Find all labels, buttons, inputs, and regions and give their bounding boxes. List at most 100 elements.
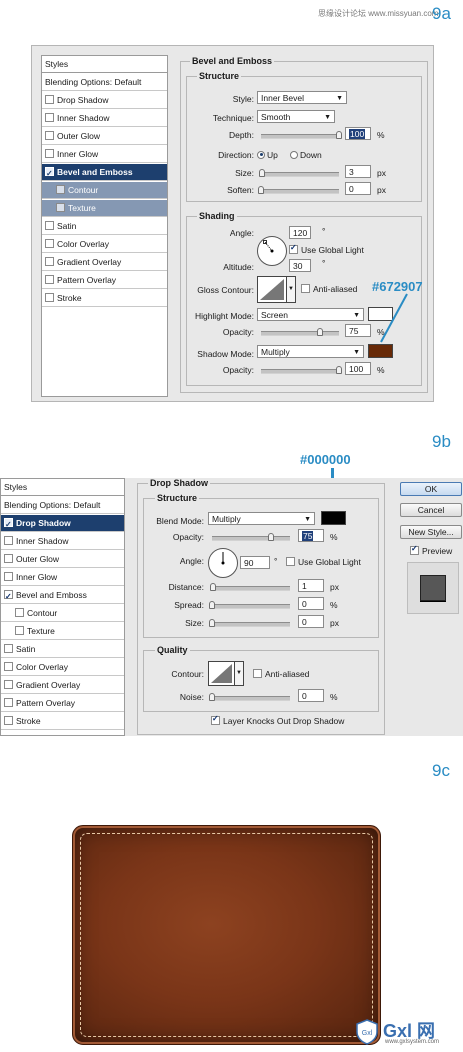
checkbox[interactable] (4, 536, 13, 546)
angle-field[interactable]: 120 (289, 226, 311, 239)
slider-thumb[interactable] (336, 131, 342, 139)
technique-select[interactable]: Smooth ▼ (257, 110, 335, 123)
noise-slider[interactable] (209, 693, 290, 701)
sidebar-item-inner-glow[interactable]: Inner Glow (1, 569, 124, 586)
gloss-anti-aliased-checkbox[interactable]: Anti-aliased (301, 284, 357, 294)
slider-thumb[interactable] (316, 328, 323, 336)
checkbox[interactable] (4, 644, 13, 654)
checkbox[interactable] (4, 588, 13, 605)
styles-header[interactable]: Styles (1, 479, 124, 496)
slider-thumb[interactable] (209, 619, 215, 627)
blend-mode-select[interactable]: Multiply ▼ (208, 512, 315, 525)
cancel-button[interactable]: Cancel (400, 503, 462, 517)
sidebar-item-stroke[interactable]: Stroke (42, 290, 167, 307)
altitude-field[interactable]: 30 (289, 259, 311, 272)
sidebar-item-color-overlay[interactable]: Color Overlay (42, 236, 167, 253)
depth-field[interactable]: 100 (345, 127, 371, 140)
slider-thumb[interactable] (336, 366, 342, 374)
depth-slider[interactable] (261, 131, 342, 139)
soften-slider[interactable] (258, 186, 339, 194)
sidebar-item-satin[interactable]: Satin (1, 641, 124, 658)
checkbox[interactable] (45, 257, 54, 267)
use-global-light-checkbox[interactable]: Use Global Light (289, 243, 364, 255)
sidebar-item-stroke[interactable]: Stroke (1, 713, 124, 730)
sidebar-item-inner-shadow[interactable]: Inner Shadow (1, 533, 124, 550)
slider-thumb[interactable] (210, 583, 216, 591)
sidebar-item-satin[interactable]: Satin (42, 218, 167, 235)
opacity-field[interactable]: 75 (298, 529, 324, 542)
ok-button[interactable]: OK (400, 482, 462, 496)
sidebar-item-drop-shadow[interactable]: Drop Shadow (1, 515, 124, 533)
spread-field[interactable]: 0 (298, 597, 324, 610)
checkbox[interactable] (45, 149, 54, 159)
styles-header[interactable]: Styles (42, 56, 167, 73)
drop-color-swatch[interactable] (321, 511, 346, 525)
checkbox[interactable] (4, 554, 13, 564)
checkbox[interactable] (45, 293, 54, 303)
checkbox[interactable] (4, 680, 13, 690)
sidebar-item-inner-glow[interactable]: Inner Glow (42, 146, 167, 163)
noise-field[interactable]: 0 (298, 689, 324, 702)
slider-thumb[interactable] (259, 169, 265, 177)
angle-field[interactable]: 90 (240, 556, 270, 569)
highlight-opacity-field[interactable]: 75 (345, 324, 371, 337)
spread-slider[interactable] (209, 601, 290, 609)
highlight-mode-select[interactable]: Screen ▼ (257, 308, 364, 321)
distance-slider[interactable] (210, 583, 290, 591)
checkbox[interactable] (56, 185, 65, 195)
angle-dial[interactable] (257, 236, 287, 266)
shadow-mode-select[interactable]: Multiply ▼ (257, 345, 364, 358)
sidebar-item-texture[interactable]: Texture (42, 200, 167, 217)
soften-field[interactable]: 0 (345, 182, 371, 195)
sidebar-item-texture[interactable]: Texture (1, 623, 124, 640)
gloss-contour-picker[interactable] (257, 276, 287, 303)
sidebar-item-outer-glow[interactable]: Outer Glow (1, 551, 124, 568)
sidebar-item-gradient-overlay[interactable]: Gradient Overlay (42, 254, 167, 271)
size-field[interactable]: 0 (298, 615, 324, 628)
checkbox[interactable] (4, 516, 13, 533)
shadow-opacity-slider[interactable] (261, 366, 342, 374)
distance-field[interactable]: 1 (298, 579, 324, 592)
sidebar-item-pattern-overlay[interactable]: Pattern Overlay (42, 272, 167, 289)
sidebar-item-blending[interactable]: Blending Options: Default (1, 497, 124, 514)
preview-checkbox[interactable]: Preview (410, 544, 452, 556)
checkbox[interactable] (45, 239, 54, 249)
sidebar-item-outer-glow[interactable]: Outer Glow (42, 128, 167, 145)
checkbox[interactable] (15, 626, 24, 636)
checkbox[interactable] (45, 95, 54, 105)
checkbox[interactable] (4, 662, 13, 672)
opacity-slider[interactable] (212, 533, 290, 541)
sidebar-item-blending[interactable]: Blending Options: Default (42, 74, 167, 91)
sidebar-item-contour[interactable]: Contour (42, 182, 167, 199)
checkbox[interactable] (45, 221, 54, 231)
checkbox[interactable] (15, 608, 24, 618)
checkbox[interactable] (45, 165, 54, 182)
contour-picker[interactable] (208, 661, 235, 686)
sidebar-item-color-overlay[interactable]: Color Overlay (1, 659, 124, 676)
anti-aliased-checkbox[interactable]: Anti-aliased (253, 669, 309, 679)
sidebar-item-pattern-overlay[interactable]: Pattern Overlay (1, 695, 124, 712)
sidebar-item-bevel-emboss[interactable]: Bevel and Emboss (1, 587, 124, 605)
sidebar-item-drop-shadow[interactable]: Drop Shadow (42, 92, 167, 109)
sidebar-item-contour[interactable]: Contour (1, 605, 124, 622)
contour-dropdown[interactable]: ▼ (234, 661, 244, 686)
sidebar-item-gradient-overlay[interactable]: Gradient Overlay (1, 677, 124, 694)
checkbox[interactable] (45, 113, 54, 123)
slider-thumb[interactable] (209, 601, 215, 609)
angle-dial[interactable] (208, 548, 238, 578)
checkbox[interactable] (4, 716, 13, 726)
direction-down-radio[interactable]: Down (290, 150, 322, 160)
checkbox[interactable] (45, 275, 54, 285)
slider-thumb[interactable] (258, 186, 264, 194)
new-style-button[interactable]: New Style... (400, 525, 462, 539)
sidebar-item-bevel-emboss[interactable]: Bevel and Emboss (42, 164, 167, 182)
sidebar-item-inner-shadow[interactable]: Inner Shadow (42, 110, 167, 127)
style-select[interactable]: Inner Bevel ▼ (257, 91, 347, 104)
checkbox[interactable] (4, 698, 13, 708)
use-global-light-checkbox[interactable]: Use Global Light (286, 557, 361, 567)
checkbox[interactable] (45, 131, 54, 141)
slider-thumb[interactable] (209, 693, 215, 701)
slider-thumb[interactable] (267, 533, 274, 541)
shadow-opacity-field[interactable]: 100 (345, 362, 371, 375)
size-slider[interactable] (259, 169, 339, 177)
